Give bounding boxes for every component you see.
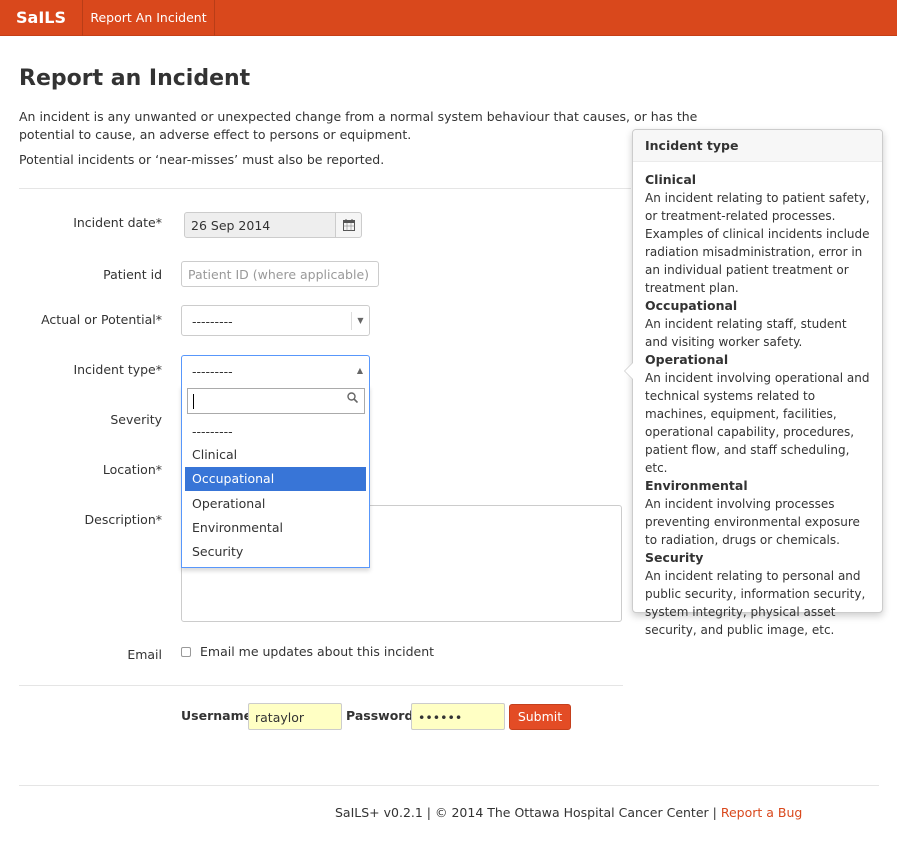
divider bbox=[19, 685, 623, 686]
divider bbox=[19, 188, 631, 189]
description-label: Description* bbox=[84, 512, 162, 527]
near-miss-note: Potential incidents or ‘near-misses’ mus… bbox=[19, 152, 385, 167]
password-input[interactable]: •••••• bbox=[411, 703, 505, 730]
page-title: Report an Incident bbox=[19, 66, 251, 91]
username-label: Username bbox=[181, 708, 253, 723]
search-icon bbox=[347, 392, 359, 406]
popover-heading-occupational: Occupational bbox=[645, 298, 738, 313]
incident-date-input[interactable]: 26 Sep 2014 bbox=[184, 212, 336, 238]
patient-id-label: Patient id bbox=[103, 267, 162, 282]
actual-potential-label: Actual or Potential* bbox=[41, 312, 162, 327]
option-blank[interactable]: --------- bbox=[185, 420, 366, 444]
report-bug-link[interactable]: Report a Bug bbox=[721, 805, 802, 820]
popover-body: Clinical An incident relating to patient… bbox=[633, 162, 882, 648]
incident-type-value: --------- bbox=[192, 364, 233, 379]
option-operational[interactable]: Operational bbox=[185, 492, 366, 516]
popover-heading-operational: Operational bbox=[645, 352, 729, 367]
footer-text: SaILS+ v0.2.1 | © 2014 The Ottawa Hospit… bbox=[335, 805, 717, 820]
username-input[interactable]: rataylor bbox=[248, 703, 342, 730]
dropdown-search-input[interactable] bbox=[187, 388, 365, 414]
email-updates-checkbox[interactable] bbox=[181, 647, 191, 657]
option-environmental[interactable]: Environmental bbox=[185, 516, 366, 540]
divider bbox=[19, 785, 879, 786]
top-navbar: SaILS Report An Incident bbox=[0, 0, 897, 36]
popover-heading-clinical: Clinical bbox=[645, 172, 697, 187]
patient-id-input[interactable]: Patient ID (where applicable) bbox=[181, 261, 379, 287]
severity-label: Severity bbox=[110, 412, 162, 427]
calendar-icon[interactable] bbox=[335, 212, 362, 238]
incident-date-label: Incident date* bbox=[73, 215, 162, 230]
popover-heading-security: Security bbox=[645, 550, 704, 565]
password-label: Password bbox=[346, 708, 414, 723]
email-updates-label[interactable]: Email me updates about this incident bbox=[200, 644, 434, 659]
popover-arrow bbox=[624, 362, 633, 380]
submit-button[interactable]: Submit bbox=[509, 704, 571, 730]
popover-text-environmental: An incident involving processes preventi… bbox=[645, 497, 860, 547]
popover-text-operational: An incident involving operational and te… bbox=[645, 371, 870, 475]
patient-id-placeholder: Patient ID (where applicable) bbox=[188, 267, 370, 282]
brand-logo[interactable]: SaILS bbox=[0, 0, 82, 36]
actual-potential-select[interactable]: --------- ▼ bbox=[181, 305, 370, 336]
option-clinical[interactable]: Clinical bbox=[185, 443, 366, 467]
option-occupational[interactable]: Occupational bbox=[185, 467, 366, 491]
intro-text: An incident is any unwanted or unexpecte… bbox=[19, 109, 698, 142]
popover-title: Incident type bbox=[633, 130, 882, 162]
chevron-up-icon: ▲ bbox=[356, 366, 364, 375]
email-label: Email bbox=[127, 647, 162, 662]
nav-report-incident[interactable]: Report An Incident bbox=[82, 0, 215, 36]
popover-heading-environmental: Environmental bbox=[645, 478, 748, 493]
incident-type-select[interactable]: --------- ▲ bbox=[181, 355, 370, 386]
text-cursor bbox=[193, 394, 194, 409]
popover-text-occupational: An incident relating staff, student and … bbox=[645, 317, 847, 349]
popover-text-security: An incident relating to personal and pub… bbox=[645, 569, 866, 637]
chevron-down-icon: ▼ bbox=[351, 312, 369, 330]
option-security[interactable]: Security bbox=[185, 540, 366, 564]
popover-text-clinical: An incident relating to patient safety, … bbox=[645, 191, 870, 295]
location-label: Location* bbox=[102, 462, 162, 477]
incident-type-label: Incident type* bbox=[73, 362, 162, 377]
actual-potential-value: --------- bbox=[192, 314, 233, 329]
incident-type-dropdown: --------- Clinical Occupational Operatio… bbox=[181, 385, 370, 568]
incident-type-popover: Incident type Clinical An incident relat… bbox=[624, 129, 883, 637]
